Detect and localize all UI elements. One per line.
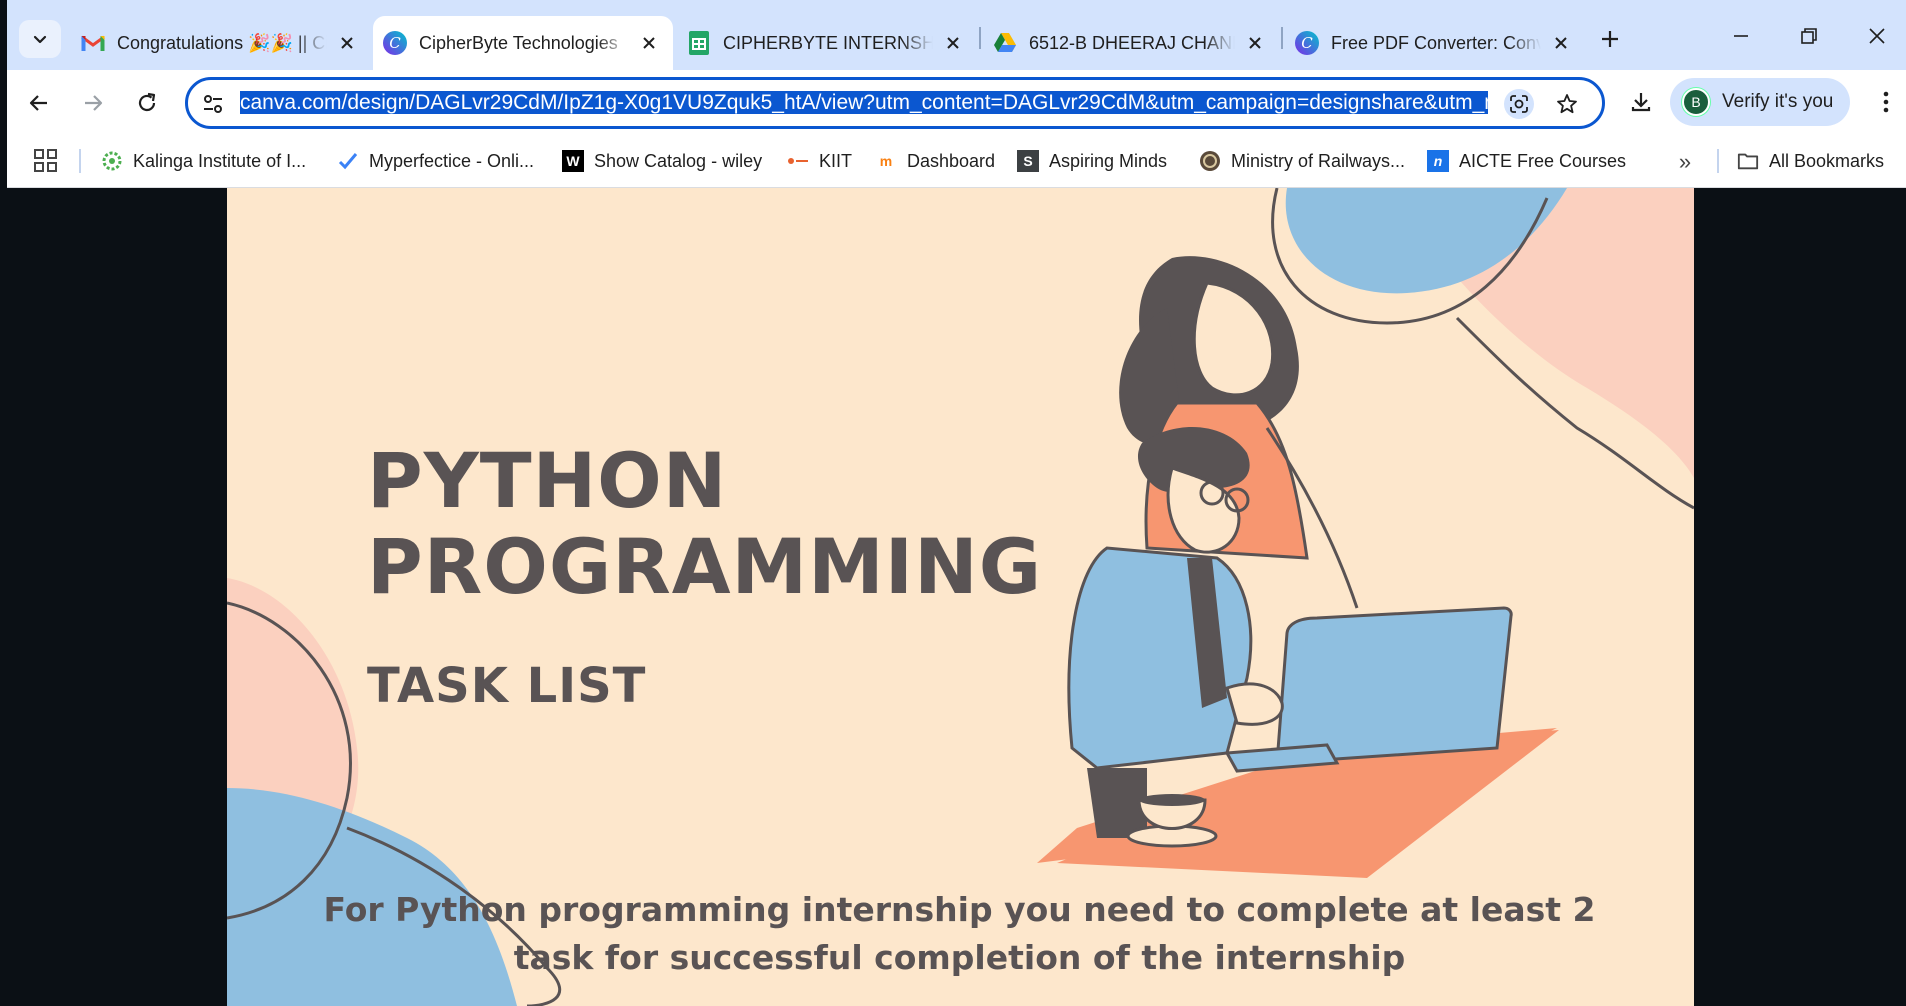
tab-strip: Congratulations 🎉🎉 || CipherByte C Ciphe… (7, 0, 1906, 70)
tab-title: Free PDF Converter: Convert (1331, 32, 1541, 53)
folder-icon (1737, 150, 1759, 172)
apps-grid-icon[interactable] (33, 148, 59, 174)
gmail-icon (81, 31, 105, 55)
site-settings-icon[interactable] (200, 91, 226, 117)
kiit-small-icon (787, 150, 809, 172)
bookmark-aicte[interactable]: n AICTE Free Courses (1427, 145, 1626, 177)
moodle-icon: m (879, 153, 893, 169)
tab-pdf-converter[interactable]: C Free PDF Converter: Convert (1285, 16, 1585, 70)
bookmark-separator (1717, 149, 1719, 173)
close-window-button[interactable] (1857, 18, 1897, 54)
canva-slide: PYTHON PROGRAMMING TASK LIST For Python … (227, 188, 1694, 1006)
close-icon[interactable] (635, 29, 663, 57)
slide-subtitle: TASK LIST (367, 658, 647, 714)
plus-icon (1602, 31, 1618, 47)
bookmark-aspiring-minds[interactable]: S Aspiring Minds (1017, 145, 1167, 177)
aspiring-minds-icon: S (1017, 150, 1039, 172)
minimize-icon (1734, 35, 1748, 37)
bookmark-separator (79, 149, 81, 173)
close-icon[interactable] (333, 29, 361, 57)
close-icon[interactable] (939, 29, 967, 57)
bookmark-wiley[interactable]: W Show Catalog - wiley (562, 145, 762, 177)
downloads-button[interactable] (1623, 84, 1659, 120)
tab-separator (979, 27, 981, 49)
arrow-left-icon (29, 95, 47, 111)
reload-icon (138, 92, 156, 112)
kiit-icon (101, 150, 123, 172)
bookmark-star-icon[interactable] (1552, 89, 1582, 119)
url-text[interactable]: canva.com/design/DAGLvr29CdM/IpZ1g-X0g1V… (240, 87, 1488, 119)
bookmark-kiit-short[interactable]: KIIT (787, 145, 852, 177)
tab-gmail[interactable]: Congratulations 🎉🎉 || CipherByte (71, 16, 371, 70)
chevron-double-right-icon[interactable]: » (1671, 148, 1699, 176)
bookmark-railways[interactable]: Ministry of Railways... (1199, 145, 1405, 177)
myperfectice-icon (337, 150, 359, 172)
restore-icon (1801, 28, 1817, 44)
minimize-button[interactable] (1721, 18, 1761, 54)
tab-cipherbyte[interactable]: C CipherByte Technologies (373, 16, 673, 70)
tab-title: CipherByte Technologies (419, 32, 618, 53)
menu-button[interactable] (1871, 84, 1901, 120)
title-line-1: PYTHON (367, 436, 728, 525)
chevron-down-icon (33, 35, 47, 44)
tab-separator (1281, 27, 1283, 49)
tab-title: 6512-B DHEERAJ CHANDRA (1029, 32, 1235, 53)
slide-title: PYTHON PROGRAMMING (367, 438, 1042, 610)
close-icon[interactable] (1241, 29, 1269, 57)
tab-search-button[interactable] (19, 20, 61, 58)
profile-verify-button[interactable]: B Verify it's you (1670, 78, 1850, 126)
verify-label: Verify it's you (1722, 91, 1834, 112)
arrow-right-icon (85, 95, 103, 111)
bookmark-kiit[interactable]: Kalinga Institute of I... (101, 145, 306, 177)
page-viewport: PYTHON PROGRAMMING TASK LIST For Python … (7, 188, 1906, 1006)
toolbar: canva.com/design/DAGLvr29CdM/IpZ1g-X0g1V… (7, 70, 1906, 134)
svg-text:C: C (389, 34, 401, 52)
title-line-2: PROGRAMMING (367, 522, 1043, 611)
aicte-icon: n (1427, 150, 1449, 172)
bookmark-dashboard[interactable]: m Dashboard (875, 145, 995, 177)
address-bar[interactable]: canva.com/design/DAGLvr29CdM/IpZ1g-X0g1V… (185, 77, 1605, 129)
all-bookmarks-button[interactable]: All Bookmarks (1737, 145, 1884, 177)
google-lens-icon[interactable] (1504, 89, 1534, 119)
canva-icon: C (1295, 31, 1319, 55)
restore-button[interactable] (1789, 18, 1829, 54)
railways-icon (1199, 150, 1221, 172)
close-icon[interactable] (1547, 29, 1575, 57)
avatar: B (1682, 88, 1710, 116)
browser-chrome: Congratulations 🎉🎉 || CipherByte C Ciphe… (7, 0, 1906, 188)
window-frame (0, 0, 7, 1006)
wiley-icon: W (562, 150, 584, 172)
download-icon (1631, 93, 1651, 112)
bookmarks-bar: Kalinga Institute of I... Myperfectice -… (7, 134, 1906, 188)
tab-sheets[interactable]: CIPHERBYTE INTERNSHIP (677, 16, 977, 70)
close-icon (1869, 28, 1885, 44)
tab-drive[interactable]: 6512-B DHEERAJ CHANDRA (983, 16, 1279, 70)
more-vert-icon (1883, 91, 1889, 113)
canva-icon: C (383, 31, 407, 55)
google-sheets-icon (687, 31, 711, 55)
reload-button[interactable] (129, 85, 165, 121)
back-button[interactable] (21, 85, 57, 121)
forward-button[interactable] (75, 85, 111, 121)
slide-body-text: For Python programming internship you ne… (323, 890, 1596, 977)
bookmark-myperfectice[interactable]: Myperfectice - Onli... (337, 145, 534, 177)
new-tab-button[interactable] (1593, 22, 1627, 56)
svg-text:C: C (1301, 34, 1313, 52)
tab-title: CIPHERBYTE INTERNSHIP (723, 32, 933, 53)
google-drive-icon (993, 31, 1017, 55)
tab-title: Congratulations 🎉🎉 || CipherByte (117, 32, 327, 53)
